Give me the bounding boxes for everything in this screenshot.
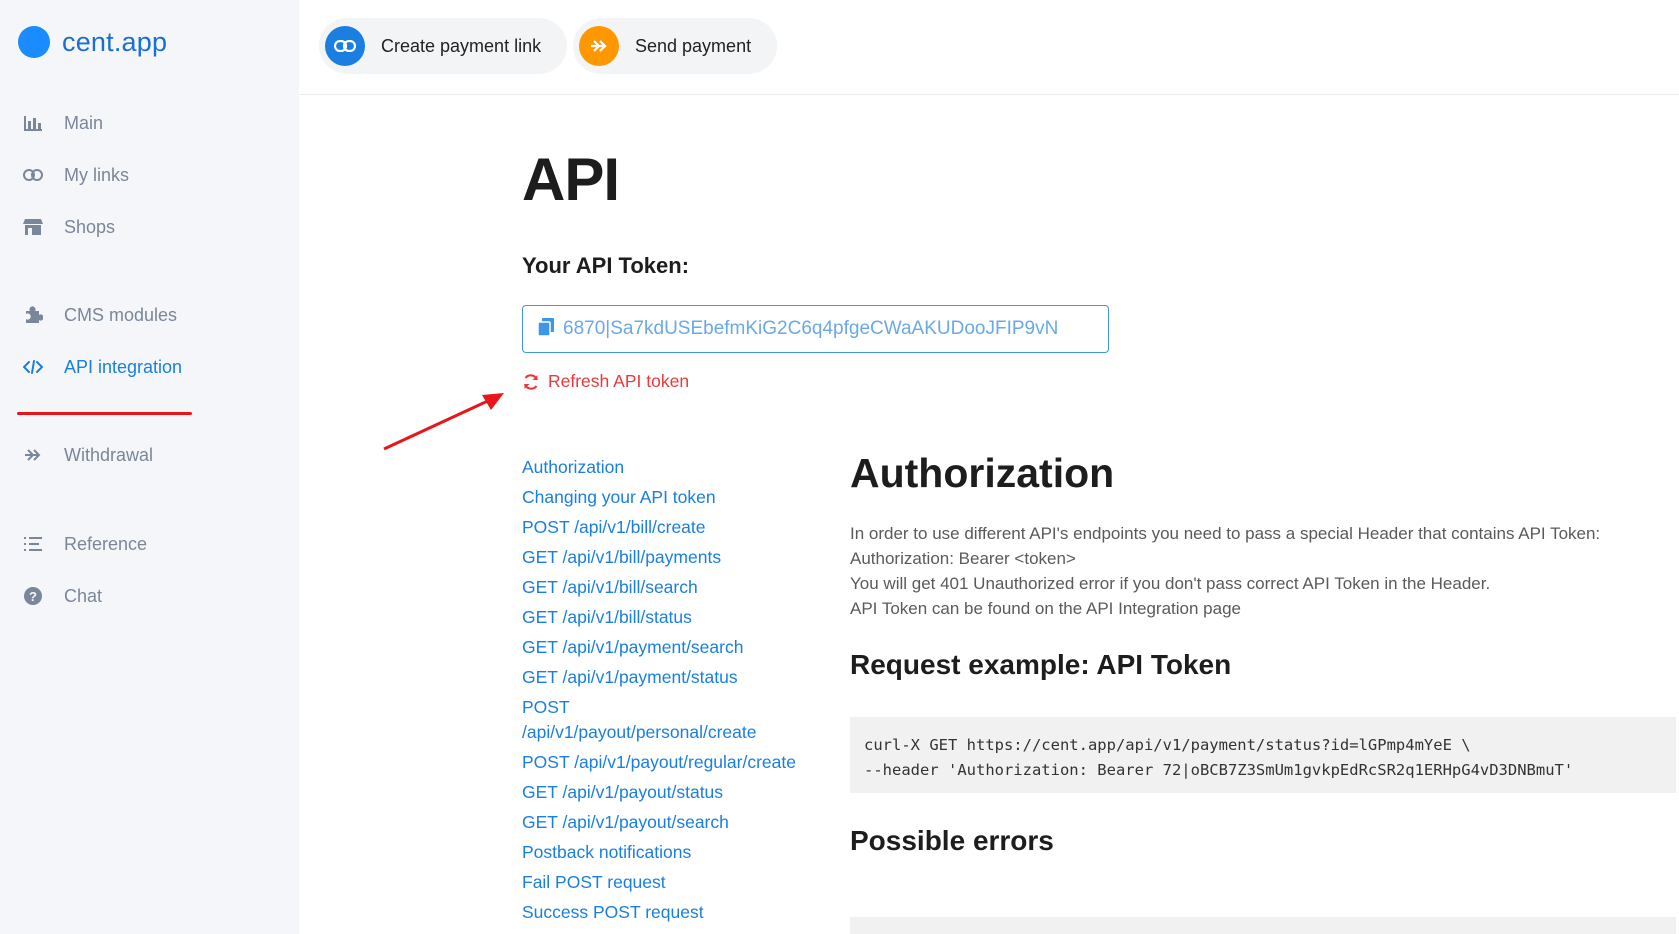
request-example-heading: Request example: API Token [850,649,1232,680]
logo-circle-icon [18,26,50,58]
logo-text: cent.app [62,26,168,57]
sidebar-item-cms-modules[interactable]: CMS modules [22,304,177,326]
api-token-value: 6870|Sa7kdUSEbefmKiG2C6q4pfgeCWaAKUDooJF… [563,318,1059,339]
sidebar-item-label: Reference [64,533,148,554]
sidebar-item-label: CMS modules [64,304,178,325]
double-arrow-icon [22,444,44,466]
sidebar-item-my-links[interactable]: My links [22,164,129,186]
toc-link[interactable]: POST /api/v1/payout/regular/create [522,750,822,775]
toc-link[interactable]: GET /api/v1/bill/payments [522,545,822,570]
annotation-arrow [383,393,504,451]
code-block[interactable]: curl-X GET https://cent.app/api/v1/payme… [850,717,1676,793]
sidebar-item-api-integration[interactable]: API integration [22,356,182,378]
paragraph-line: API Token can be found on the API Integr… [850,599,1241,618]
sidebar-item-chat[interactable]: ? Chat [22,585,102,607]
token-label: Your API Token: [522,253,690,278]
double-arrow-icon [579,26,619,66]
doc-content: Authorization In order to use different … [850,450,1676,857]
create-payment-link-label: Create payment link [381,35,542,56]
toc-link[interactable]: GET /api/v1/payment/search [522,635,822,660]
toc-link[interactable]: Postback notifications [522,840,822,865]
help-circle-icon: ? [22,585,44,607]
puzzle-icon [22,304,44,326]
sidebar-item-main[interactable]: Main [22,112,103,134]
toc-link[interactable]: GET /api/v1/bill/status [522,605,822,630]
refresh-api-token-link[interactable]: Refresh API token [522,371,689,392]
sidebar-item-label: Main [64,112,104,133]
top-bar: Create payment link Send payment [299,0,1679,95]
annotation-underline [17,412,192,415]
toc-link[interactable]: GET /api/v1/payment/status [522,665,822,690]
sidebar-item-label: API integration [64,356,183,377]
send-payment-button[interactable]: Send payment [573,18,778,74]
sidebar-item-label: Chat [64,585,103,606]
toc-link[interactable]: Success POST request [522,900,822,925]
table-of-contents: Authorization Changing your API token PO… [522,455,822,930]
bar-chart-icon [22,112,44,134]
toc-link[interactable]: GET /api/v1/payout/search [522,810,822,835]
logo[interactable]: cent.app [18,26,167,58]
link-icon [325,26,365,66]
refresh-label: Refresh API token [548,371,690,391]
create-payment-link-button[interactable]: Create payment link [319,18,568,74]
sidebar-item-reference[interactable]: Reference [22,533,147,555]
code-line: curl-X GET https://cent.app/api/v1/payme… [864,736,1471,754]
api-token-field[interactable]: 6870|Sa7kdUSEbefmKiG2C6q4pfgeCWaAKUDooJF… [522,305,1109,353]
list-icon [22,533,44,555]
sidebar-item-label: Withdrawal [64,444,154,465]
send-payment-label: Send payment [635,35,752,56]
copy-icon[interactable] [537,317,555,342]
toc-link[interactable]: Fail POST request [522,870,822,895]
sidebar-item-withdrawal[interactable]: Withdrawal [22,444,153,466]
paragraph-line: In order to use different API's endpoint… [850,524,1601,543]
page-title: API [522,146,620,213]
toc-link[interactable]: Authorization [522,455,822,480]
code-block [850,917,1676,934]
link-icon [22,164,44,186]
code-icon [22,356,44,378]
sidebar-item-shops[interactable]: Shops [22,216,115,238]
refresh-icon [522,373,540,391]
sidebar-item-label: My links [64,164,130,185]
toc-link[interactable]: GET /api/v1/bill/search [522,575,822,600]
sidebar-item-label: Shops [64,216,116,237]
store-icon [22,216,44,238]
toc-link[interactable]: POST /api/v1/bill/create [522,515,822,540]
toc-link[interactable]: Changing your API token [522,485,822,510]
paragraph-line: You will get 401 Unauthorized error if y… [850,574,1491,593]
toc-link[interactable]: GET /api/v1/payout/status [522,780,822,805]
section-heading-authorization: Authorization [850,450,1115,496]
possible-errors-heading: Possible errors [850,825,1054,856]
toc-link[interactable]: POST /api/v1/payout/personal/create [522,695,822,745]
authorization-text: In order to use different API's endpoint… [850,521,1676,621]
svg-text:?: ? [29,589,37,604]
paragraph-line: Authorization: Bearer <token> [850,549,1076,568]
code-line: --header 'Authorization: Bearer 72|oBCB7… [864,761,1574,779]
sidebar: cent.app Main My links Shops CMS modules… [0,0,299,934]
